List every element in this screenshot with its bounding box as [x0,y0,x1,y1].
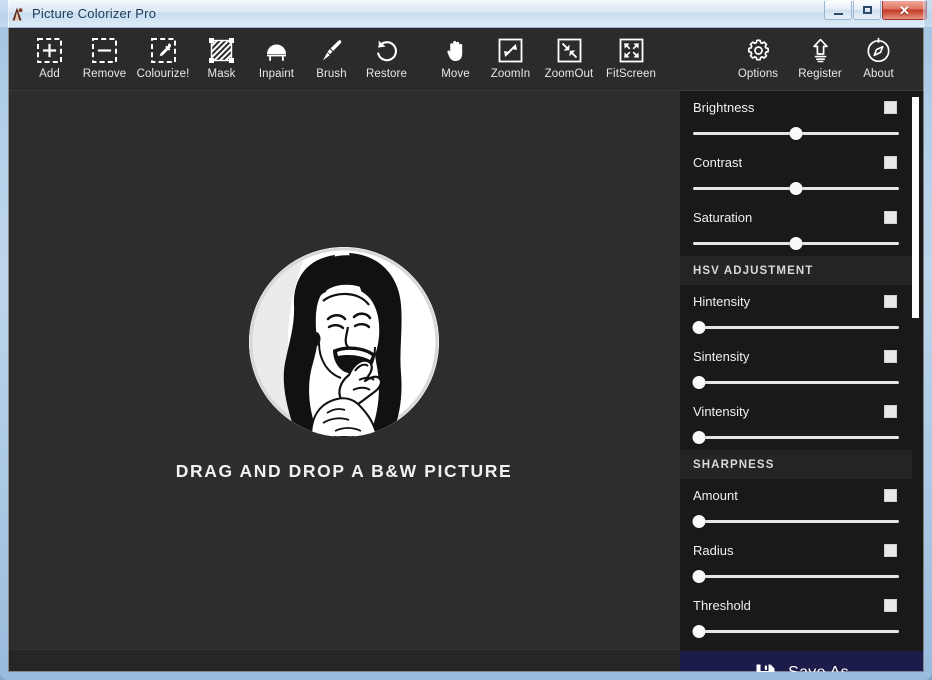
window-frame-border [0,0,932,680]
application-window: Picture Colorizer Pro ✕ Add [0,0,932,680]
